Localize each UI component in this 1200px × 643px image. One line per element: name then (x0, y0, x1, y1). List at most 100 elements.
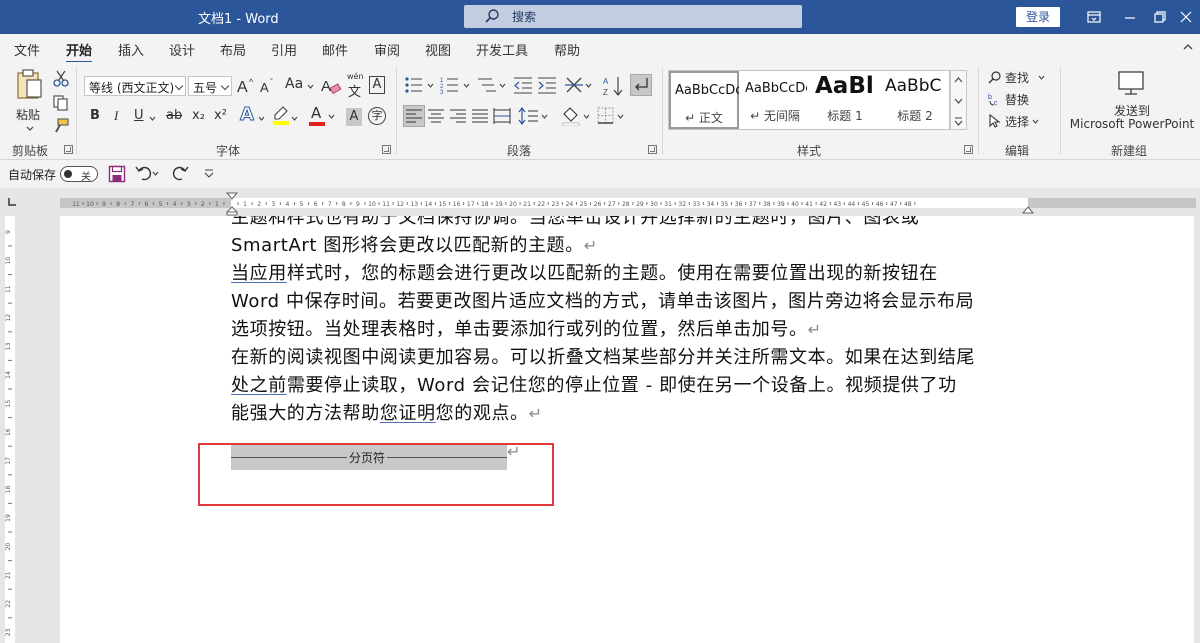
minimize-button[interactable] (1118, 6, 1142, 28)
shrink-font-button[interactable]: Aˇ (258, 75, 280, 97)
hanging-indent-marker[interactable] (226, 206, 238, 216)
multilevel-list-icon (478, 78, 506, 92)
login-button[interactable]: 登录 (1016, 7, 1060, 27)
styles-group-label: 样式 (797, 144, 822, 158)
subscript-button[interactable]: x₂ (192, 108, 205, 123)
format-painter-button[interactable] (50, 116, 72, 138)
ruler-number: 39 (777, 201, 785, 208)
distributed-button[interactable] (492, 106, 514, 128)
document-line: 在新的阅读视图中阅读更加容易。可以折叠文档某些部分并关注所需文本。如果在达到结尾 (231, 347, 975, 368)
customize-qat-button[interactable] (202, 164, 216, 186)
tab-home[interactable]: 开始 (66, 40, 93, 64)
first-line-indent-marker[interactable] (226, 192, 238, 200)
cut-button[interactable] (50, 68, 72, 90)
ruler-number: 6 (314, 201, 318, 208)
search-icon (988, 71, 1001, 84)
numbering-button[interactable]: 123 (440, 75, 472, 97)
italic-button[interactable]: I (114, 108, 118, 124)
bold-button[interactable]: B (90, 108, 100, 123)
font-name-combo[interactable]: 等线 (西文正文) (84, 76, 186, 96)
style-heading-2[interactable]: AaBbC 标题 2 (881, 71, 949, 129)
search-box[interactable]: 搜索 (464, 5, 802, 28)
clear-formatting-button[interactable]: A (320, 75, 342, 97)
select-button[interactable]: 选择 (988, 112, 1048, 132)
font-size-combo[interactable]: 五号 (188, 76, 232, 96)
enclose-characters-button[interactable]: 字 (368, 107, 386, 125)
document-page[interactable]: 主题和样式也有助于文档保持协调。当您单击设计并选择新的主题时，图片、图表或 Sm… (60, 216, 1194, 643)
strikethrough-button[interactable]: ab (166, 108, 182, 123)
bullets-button[interactable] (404, 75, 436, 97)
sort-button[interactable]: AZ (602, 75, 624, 97)
underline-button[interactable]: U (134, 108, 144, 123)
vertical-ruler[interactable]: 9101112131415161718192021222324 (0, 216, 20, 643)
tab-insert[interactable]: 插入 (118, 40, 144, 59)
close-button[interactable] (1174, 6, 1198, 28)
ruler-number: 36 (735, 201, 743, 208)
font-launcher-button[interactable] (382, 145, 391, 154)
show-formatting-marks-button[interactable] (630, 74, 652, 96)
character-border-button[interactable]: A (369, 76, 385, 94)
style-no-spacing[interactable]: AaBbCcDc ↵ 无间隔 (741, 71, 809, 129)
style-heading-1[interactable]: AaBl 标题 1 (811, 71, 879, 129)
ribbon-collapse-icon[interactable] (1182, 42, 1194, 52)
font-color-button[interactable]: A (309, 104, 337, 128)
superscript-button[interactable]: x² (214, 108, 227, 123)
justify-button[interactable] (470, 106, 492, 128)
borders-button[interactable] (596, 106, 628, 128)
replace-button[interactable]: bc 替换 (988, 90, 1048, 110)
text-effects-button[interactable]: A (240, 104, 268, 128)
document-body[interactable]: 主题和样式也有助于文档保持协调。当您单击设计并选择新的主题时，图片、图表或 Sm… (231, 216, 1031, 428)
tab-review[interactable]: 审阅 (374, 40, 400, 59)
ruler-number: 16 (453, 201, 461, 208)
styles-launcher-button[interactable] (964, 145, 973, 154)
right-indent-marker[interactable] (1022, 206, 1034, 214)
tab-selector-icon[interactable] (6, 196, 18, 208)
tab-help[interactable]: 帮助 (554, 40, 580, 59)
tab-developer[interactable]: 开发工具 (476, 40, 528, 59)
autosave-toggle[interactable]: 关 (60, 166, 98, 183)
paste-button[interactable]: 粘贴 (14, 68, 46, 138)
shading-button[interactable] (562, 106, 594, 128)
find-button[interactable]: 查找 (988, 68, 1048, 88)
align-right-button[interactable] (448, 106, 470, 128)
tab-mailings[interactable]: 邮件 (322, 40, 348, 59)
tab-view[interactable]: 视图 (425, 40, 451, 59)
redo-button[interactable] (170, 163, 192, 185)
ruler-number: 1 (215, 201, 219, 208)
save-button[interactable] (106, 163, 128, 185)
paragraph-launcher-button[interactable] (648, 145, 657, 154)
tab-references[interactable]: 引用 (271, 40, 297, 59)
send-to-powerpoint-button[interactable]: 发送到 Microsoft PowerPoint (1068, 70, 1196, 136)
ruler-number: 6 (144, 201, 148, 208)
undo-icon (135, 166, 159, 181)
restore-button[interactable] (1148, 6, 1172, 28)
style-sample: AaBbCcDc (675, 83, 739, 98)
chevron-down-icon (1032, 119, 1039, 124)
copy-button[interactable] (50, 92, 72, 114)
ruler-number: 11 (382, 201, 390, 208)
grow-font-button[interactable]: A ^ (236, 75, 258, 97)
phonetic-guide-button[interactable]: wén 文 (346, 72, 364, 100)
highlight-color-button[interactable] (272, 106, 300, 130)
style-normal[interactable]: AaBbCcDc ↵ 正文 (669, 71, 739, 129)
tab-design[interactable]: 设计 (169, 40, 195, 59)
line-spacing-button[interactable] (518, 106, 550, 128)
undo-button[interactable] (134, 163, 162, 185)
ruler-number: 30 (650, 201, 658, 208)
tab-layout[interactable]: 布局 (220, 40, 246, 59)
chinese-layout-icon (565, 77, 592, 93)
align-left-button[interactable] (403, 105, 425, 127)
styles-gallery-scroll[interactable] (950, 70, 967, 130)
increase-indent-button[interactable] (536, 75, 558, 97)
svg-text:A: A (237, 79, 248, 96)
tab-file[interactable]: 文件 (14, 40, 40, 59)
chinese-layout-button[interactable] (564, 75, 594, 97)
decrease-indent-button[interactable] (512, 75, 534, 97)
clipboard-launcher-button[interactable] (64, 145, 73, 154)
format-painter-icon (55, 118, 69, 133)
change-case-button[interactable]: Aa (285, 76, 315, 96)
ribbon-display-options-button[interactable] (1082, 6, 1106, 28)
character-shading-button[interactable]: A (346, 108, 362, 126)
multilevel-list-button[interactable] (476, 75, 508, 97)
align-center-button[interactable] (426, 106, 448, 128)
